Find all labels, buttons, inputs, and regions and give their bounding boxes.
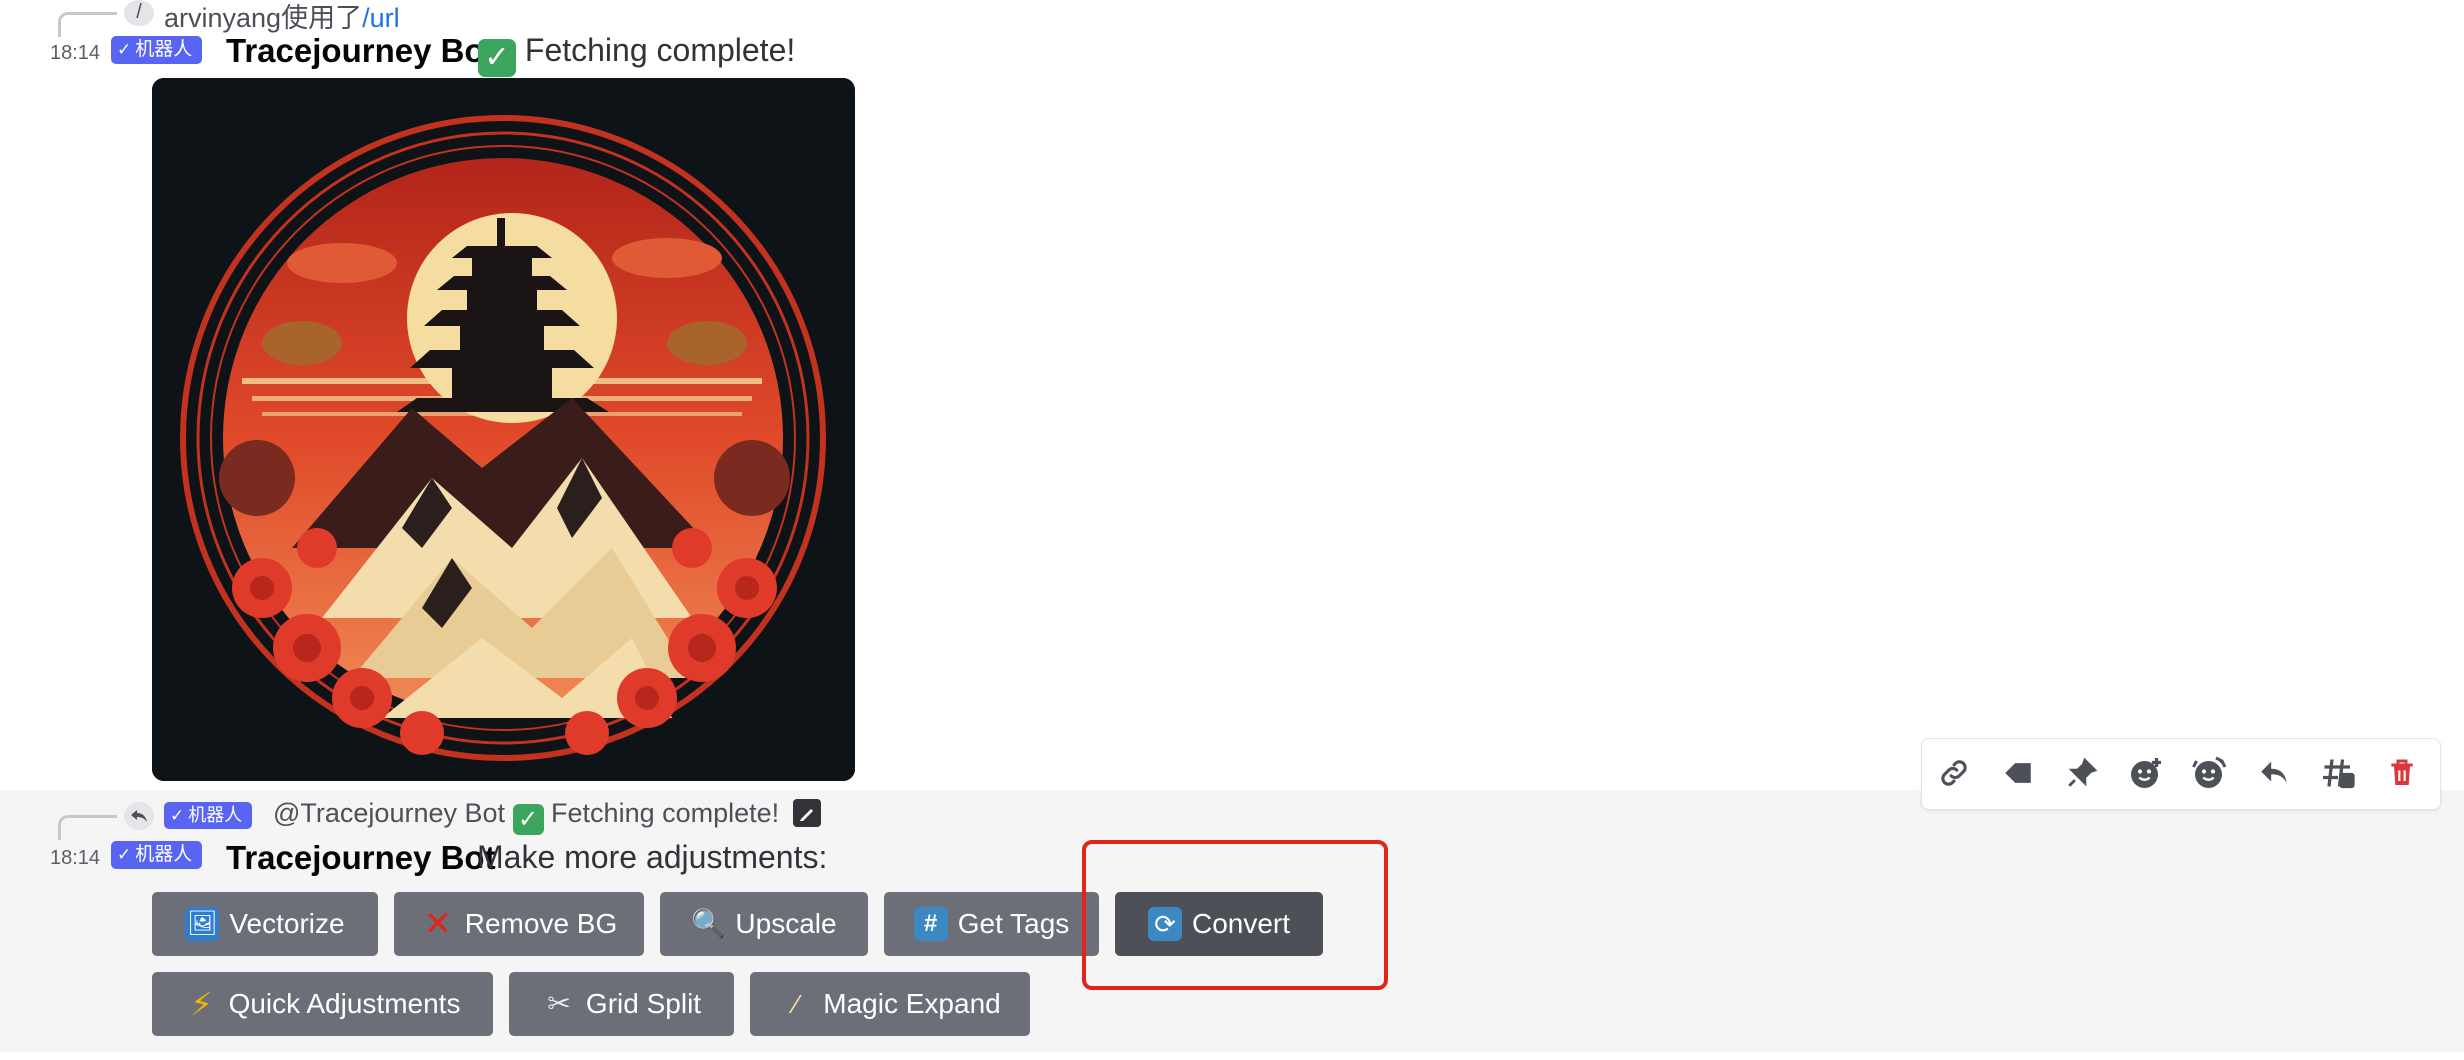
verified-check-icon: ✓ bbox=[117, 845, 132, 864]
verified-check-icon: ✓ bbox=[117, 40, 132, 59]
scissors-icon: ✂ bbox=[547, 988, 571, 1019]
tag-icon[interactable] bbox=[1998, 753, 2038, 793]
pin-icon[interactable] bbox=[2062, 753, 2102, 793]
button-label: Remove BG bbox=[464, 908, 618, 939]
framed-picture-icon: 🖼 bbox=[185, 907, 220, 941]
reply-username[interactable]: arvinyang bbox=[164, 3, 281, 33]
check-mark-emoji-icon: ✓ bbox=[512, 804, 544, 835]
super-reaction-icon[interactable] bbox=[2190, 753, 2230, 793]
highlight-annotation bbox=[1082, 840, 1388, 990]
remove-bg-button[interactable]: ✕ Remove BG bbox=[394, 892, 644, 956]
button-label: Upscale bbox=[735, 908, 837, 939]
message-actions-toolbar bbox=[1921, 738, 2441, 810]
bot-tag-label: 机器人 bbox=[135, 39, 193, 60]
timestamp[interactable]: 18:14 bbox=[50, 847, 100, 870]
button-label: Quick Adjustments bbox=[228, 988, 461, 1019]
magic-wand-icon: ⁄ bbox=[794, 989, 799, 1019]
attachment-image[interactable] bbox=[152, 78, 855, 781]
reply-used-text: 使用了 bbox=[281, 3, 363, 33]
username[interactable]: Tracejourney Bot bbox=[226, 32, 496, 70]
button-label: Magic Expand bbox=[823, 988, 1001, 1019]
timestamp[interactable]: 18:14 bbox=[50, 42, 100, 65]
message-content: ✓ Fetching complete! bbox=[478, 32, 795, 77]
magic-expand-button[interactable]: ⁄ Magic Expand bbox=[750, 972, 1030, 1036]
delete-icon[interactable] bbox=[2382, 753, 2422, 793]
message-text: Make more adjustments: bbox=[477, 839, 828, 875]
quick-adjustments-button[interactable]: ⚡ Quick Adjustments bbox=[152, 972, 493, 1036]
reply-content: Fetching complete! bbox=[551, 798, 780, 828]
cross-mark-icon: ✕ bbox=[423, 905, 453, 943]
reply-bot-tag: ✓ 机器人 bbox=[164, 802, 253, 829]
upscale-button[interactable]: 🔍 Upscale bbox=[660, 892, 868, 956]
username[interactable]: Tracejourney Bot bbox=[226, 839, 496, 877]
slash-command-icon: / bbox=[124, 0, 154, 26]
magnifier-icon: 🔍 bbox=[690, 908, 726, 939]
reply-icon[interactable] bbox=[2254, 753, 2294, 793]
reply-command-link[interactable]: /url bbox=[362, 3, 400, 33]
button-label: Grid Split bbox=[585, 988, 702, 1019]
image-attachment-icon bbox=[792, 799, 821, 827]
get-tags-button[interactable]: # Get Tags bbox=[884, 892, 1099, 956]
bot-tag-label: 机器人 bbox=[188, 805, 243, 825]
vectorize-button[interactable]: 🖼 Vectorize bbox=[152, 892, 378, 956]
button-label: Get Tags bbox=[957, 908, 1070, 939]
reply-connector bbox=[58, 815, 117, 840]
lightning-icon: ⚡ bbox=[190, 986, 213, 1022]
hash-icon: # bbox=[913, 907, 948, 941]
thread-icon[interactable] bbox=[2318, 753, 2358, 793]
reply-arrow-icon bbox=[124, 802, 154, 830]
check-mark-emoji-icon: ✓ bbox=[478, 39, 516, 77]
bot-tag: ✓ 机器人 bbox=[111, 36, 203, 64]
reply-summary[interactable]: @Tracejourney Bot ✓ Fetching complete! bbox=[273, 798, 821, 835]
bot-tag: ✓ 机器人 bbox=[111, 841, 203, 869]
bot-tag-label: 机器人 bbox=[135, 844, 193, 865]
verified-check-icon: ✓ bbox=[170, 806, 185, 825]
link-icon[interactable] bbox=[1934, 753, 1974, 793]
reply-mention[interactable]: @Tracejourney Bot bbox=[273, 798, 505, 828]
pagoda-artwork bbox=[152, 78, 855, 781]
reply-connector bbox=[58, 12, 117, 37]
add-reaction-icon[interactable] bbox=[2126, 753, 2166, 793]
reply-summary[interactable]: arvinyang使用了/url bbox=[164, 0, 400, 35]
message-text: Fetching complete! bbox=[524, 32, 796, 68]
grid-split-button[interactable]: ✂ Grid Split bbox=[509, 972, 734, 1036]
button-label: Vectorize bbox=[229, 908, 345, 939]
